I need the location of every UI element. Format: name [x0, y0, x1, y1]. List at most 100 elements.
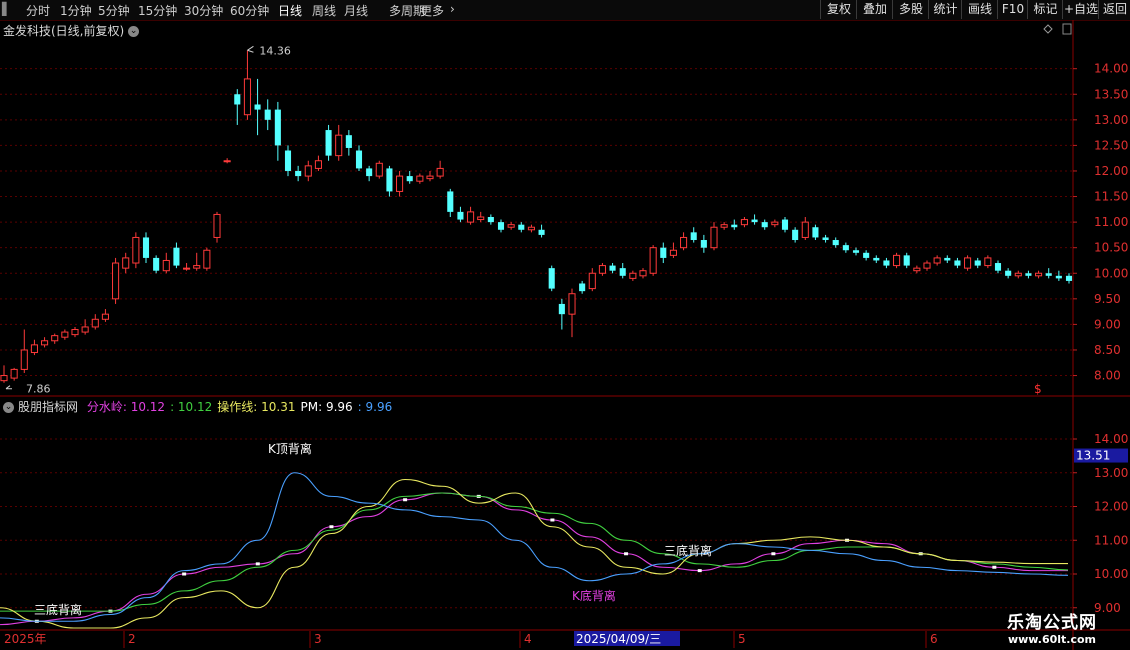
candle	[700, 234, 707, 253]
date-axis: 2025年 2 3 4 5 6 2025/04/09/三	[4, 631, 938, 648]
indicator-marker	[624, 552, 629, 556]
price-tick-label: 12.00	[1094, 164, 1128, 178]
candle-body	[507, 224, 515, 228]
price-tick-label: 9.50	[1094, 292, 1121, 306]
indicator-tick-label: 14.00	[1094, 432, 1128, 446]
candle	[761, 219, 768, 230]
indicator-marker	[771, 552, 776, 556]
scroll-box-icon[interactable]	[1062, 23, 1072, 35]
candle	[71, 326, 79, 338]
candle	[781, 217, 789, 233]
candle-body	[132, 236, 140, 264]
low-pointer-icon	[5, 385, 12, 390]
candle	[101, 309, 109, 322]
watermark: 乐淘公式网 www.60lt.com	[982, 608, 1122, 648]
diamond-icon[interactable]	[1043, 24, 1053, 34]
candle	[649, 245, 657, 276]
candle-body	[548, 268, 555, 289]
candle-body	[436, 167, 444, 177]
indicator-marker	[550, 518, 555, 522]
indicator-tick-label: 12.00	[1094, 500, 1128, 514]
candle	[193, 252, 201, 271]
candle	[669, 242, 677, 258]
candle-body	[538, 229, 545, 235]
indicator-tick-label: 11.00	[1094, 533, 1128, 547]
candle-body	[883, 260, 890, 266]
triple-bottom-label-1: 三底背离	[34, 602, 82, 617]
candle-body	[30, 344, 38, 354]
indicator-title[interactable]: ⌄ 股朋指标网 分水岭: 10.12: 10.12 操作线: 10.31 PM: 9.…	[3, 398, 392, 415]
candle-body	[1065, 275, 1073, 281]
candle-body	[386, 168, 393, 192]
watermark-url: www.60lt.com	[1007, 633, 1097, 646]
candle	[304, 160, 312, 182]
candle	[710, 222, 718, 251]
candle	[436, 160, 444, 179]
candle-body	[680, 236, 688, 249]
candle	[457, 206, 464, 223]
candle	[639, 268, 647, 279]
candle	[20, 329, 28, 373]
candle	[558, 298, 565, 330]
candle	[974, 257, 981, 269]
candlestick-series: 14.36 7.86 $	[0, 44, 1073, 396]
price-tick-label: 8.00	[1094, 369, 1121, 383]
candle-body	[863, 252, 870, 258]
candle	[386, 165, 393, 197]
high-pointer-icon	[247, 45, 254, 53]
candle	[243, 50, 251, 120]
candle	[548, 265, 555, 292]
candle	[1065, 273, 1073, 284]
indicator-value-4: : 9.96	[357, 400, 393, 414]
candle	[295, 165, 302, 182]
candle	[153, 255, 160, 274]
candle	[173, 242, 180, 269]
triple-bottom-label-2: 三底背离	[664, 543, 712, 558]
price-tick-label: 11.50	[1094, 190, 1128, 204]
cursor-date-label: 2025/04/09/三	[576, 632, 661, 646]
candle-body	[153, 257, 160, 271]
candle-body	[812, 227, 819, 238]
candle	[142, 232, 150, 264]
chevron-down-icon[interactable]: ⌄	[128, 26, 140, 37]
candle	[792, 227, 799, 243]
candle-body	[81, 326, 89, 333]
price-tick-label: 8.50	[1094, 343, 1121, 357]
candle-body	[355, 150, 363, 169]
month-label: 2	[128, 632, 136, 646]
candle-body	[223, 160, 231, 163]
current-value-label: 13.51	[1076, 449, 1110, 463]
candle-body	[142, 237, 150, 258]
candle	[731, 219, 738, 230]
chevron-down-icon[interactable]: ⌄	[3, 402, 14, 413]
indicator-line-0	[0, 492, 1068, 626]
candle	[873, 255, 880, 264]
candle-body	[842, 245, 849, 251]
candle	[112, 257, 120, 304]
candle-body	[994, 263, 1002, 271]
candle-body	[487, 217, 494, 223]
candle-body	[771, 221, 779, 226]
candle	[994, 260, 1002, 274]
candle	[1055, 270, 1062, 281]
candle-body	[314, 160, 322, 169]
candle-body	[213, 213, 221, 238]
high-price-label: 14.36	[259, 44, 291, 57]
candle-body	[51, 335, 59, 342]
candle-body	[629, 272, 637, 279]
indicator-value-3: PM: 9.96	[300, 400, 353, 414]
indicator-tick-label: 10.00	[1094, 567, 1128, 581]
candle-body	[0, 375, 8, 382]
candle	[842, 242, 849, 253]
candle	[619, 263, 626, 279]
candle	[375, 160, 383, 179]
candle	[954, 257, 961, 269]
candle	[1035, 270, 1043, 279]
candle	[467, 206, 475, 225]
chart-title[interactable]: 金发科技(日线,前复权) ⌄	[3, 22, 140, 39]
candle-body	[518, 224, 525, 230]
candle	[345, 130, 352, 156]
indicator-name: 股朋指标网	[18, 400, 79, 414]
candle	[832, 237, 839, 248]
candle	[771, 219, 779, 228]
